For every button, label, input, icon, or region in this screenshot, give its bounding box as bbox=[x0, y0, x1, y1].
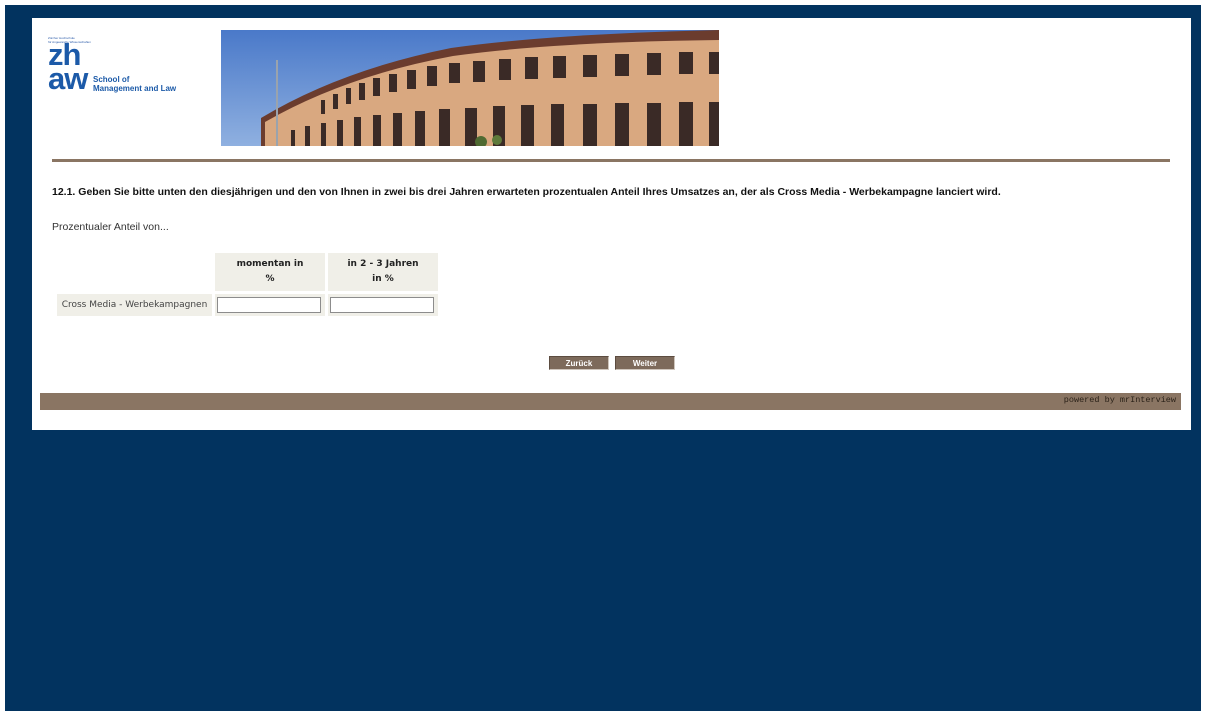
logo-wordmark: zh aw bbox=[48, 39, 88, 96]
grid-cell-current bbox=[215, 294, 325, 316]
zhaw-logo: Zürcher Hochschule für Angewandte Wissen… bbox=[46, 36, 216, 106]
powered-by-text: powered by mrInterview bbox=[1063, 395, 1176, 405]
grid-header-row: momentan in % in 2 - 3 Jahren in % bbox=[57, 253, 438, 291]
logo-school-name: School of Management and Law bbox=[93, 75, 176, 93]
grid-header-current-line-1: momentan in bbox=[236, 259, 304, 269]
grid-corner bbox=[57, 253, 212, 291]
grid-row-cross-media: Cross Media - Werbekampagnen bbox=[57, 294, 438, 316]
building-banner-image bbox=[221, 30, 719, 146]
grid-cell-future bbox=[328, 294, 438, 316]
survey-panel: Zürcher Hochschule für Angewandte Wissen… bbox=[32, 18, 1191, 430]
question-intro: Prozentualer Anteil von... bbox=[52, 221, 169, 233]
current-percent-input[interactable] bbox=[217, 297, 321, 313]
logo-wordmark-bottom: aw bbox=[48, 61, 88, 96]
back-button[interactable]: Zurück bbox=[549, 356, 609, 370]
page-background: Zürcher Hochschule für Angewandte Wissen… bbox=[5, 5, 1201, 711]
header-divider bbox=[52, 159, 1170, 162]
logo-school-line-2: Management and Law bbox=[93, 84, 177, 93]
grid-header-future: in 2 - 3 Jahren in % bbox=[328, 253, 438, 291]
grid-header-future-line-1: in 2 - 3 Jahren bbox=[347, 259, 419, 269]
answer-grid: momentan in % in 2 - 3 Jahren in % Cross… bbox=[54, 250, 441, 319]
question-text: 12.1. Geben Sie bitte unten den diesjähr… bbox=[52, 186, 1001, 198]
grid-header-current-line-2: % bbox=[265, 274, 275, 284]
logo-school-line-1: School of bbox=[93, 75, 130, 84]
grid-header-current: momentan in % bbox=[215, 253, 325, 291]
future-percent-input[interactable] bbox=[330, 297, 434, 313]
footer-bar: powered by mrInterview bbox=[40, 393, 1181, 410]
grid-row-label: Cross Media - Werbekampagnen bbox=[57, 294, 212, 316]
grid-header-future-line-2: in % bbox=[372, 274, 394, 284]
next-button[interactable]: Weiter bbox=[615, 356, 675, 370]
